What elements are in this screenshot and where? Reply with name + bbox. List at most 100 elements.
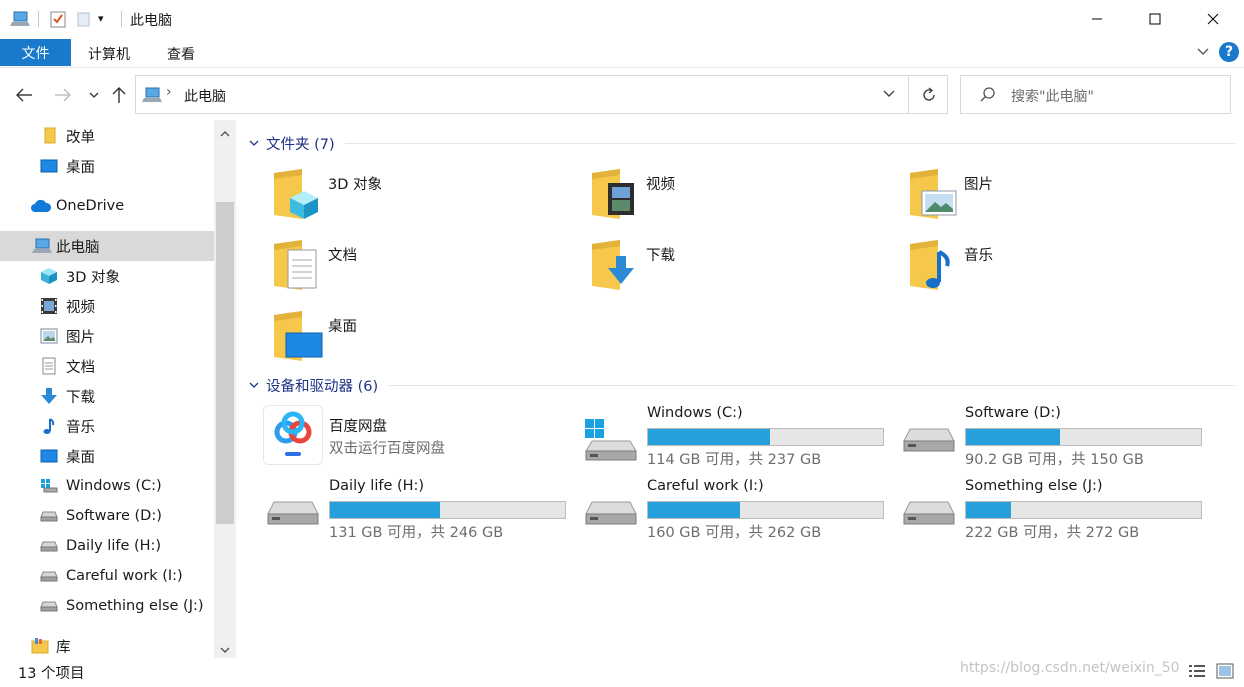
- up-button[interactable]: [108, 84, 130, 106]
- drive-name: 百度网盘: [329, 419, 387, 435]
- drive-size: 90.2 GB 可用，共 150 GB: [965, 452, 1144, 468]
- watermark: https://blog.csdn.net/weixin_50: [960, 660, 1180, 676]
- drive-usage-fill: [966, 502, 1011, 518]
- close-icon: [1207, 13, 1219, 25]
- sidebar-item-desktop[interactable]: 桌面: [0, 441, 214, 471]
- drive-name: Daily life (H:): [329, 478, 425, 494]
- folder-label: 音乐: [964, 248, 993, 264]
- maximize-button[interactable]: [1126, 0, 1184, 38]
- folder-3d-objects[interactable]: 3D 对象: [272, 167, 572, 229]
- chevron-down-icon: [89, 92, 99, 98]
- sidebar-item-downloads[interactable]: 下载: [0, 381, 214, 411]
- sidebar-item-3d-objects[interactable]: 3D 对象: [0, 261, 214, 291]
- drive-j-item[interactable]: Something else (J:) 222 GB 可用，共 272 GB: [900, 478, 1202, 542]
- folder-desktop[interactable]: 桌面: [272, 309, 572, 371]
- folder-label: 下载: [646, 248, 675, 264]
- folder-pictures[interactable]: 图片: [908, 167, 1208, 229]
- sidebar-item-drive-h[interactable]: Daily life (H:): [0, 531, 214, 561]
- drive-icon: [40, 537, 58, 555]
- scrollbar-thumb[interactable]: [216, 202, 234, 524]
- folder-label: 文档: [328, 248, 357, 264]
- picture-folder-icon: [908, 167, 960, 223]
- address-bar[interactable]: › 此电脑: [135, 75, 948, 114]
- drive-c-item[interactable]: Windows (C:) 114 GB 可用，共 237 GB: [582, 405, 884, 469]
- drive-size: 222 GB 可用，共 272 GB: [965, 525, 1140, 541]
- document-folder-icon: [272, 238, 324, 294]
- baidu-netdisk-item[interactable]: 百度网盘 双击运行百度网盘: [262, 405, 562, 469]
- drive-h-item[interactable]: Daily life (H:) 131 GB 可用，共 246 GB: [264, 478, 566, 542]
- download-arrow-icon: [40, 387, 58, 405]
- sidebar-item-desktop[interactable]: 桌面: [0, 151, 214, 181]
- tab-view[interactable]: 查看: [167, 44, 195, 64]
- sidebar-item-this-pc[interactable]: 此电脑: [0, 231, 214, 261]
- help-icon[interactable]: ?: [1219, 42, 1239, 62]
- sidebar-item-onedrive[interactable]: OneDrive: [0, 191, 214, 221]
- drive-usage-bar: [329, 501, 566, 519]
- drive-i-item[interactable]: Careful work (I:) 160 GB 可用，共 262 GB: [582, 478, 884, 542]
- forward-button[interactable]: [52, 84, 74, 106]
- sidebar-item-documents[interactable]: 文档: [0, 351, 214, 381]
- sidebar-item-drive-i[interactable]: Careful work (I:): [0, 561, 214, 591]
- scroll-up-icon[interactable]: [219, 126, 231, 142]
- sidebar-item-label: 视频: [66, 299, 95, 316]
- title-bar: ▾ 此电脑: [0, 0, 1244, 38]
- sidebar-item-pictures[interactable]: 图片: [0, 321, 214, 351]
- separator: [908, 76, 909, 113]
- refresh-icon[interactable]: [920, 86, 938, 108]
- minimize-icon: [1092, 18, 1102, 20]
- sidebar-item-label: 文档: [66, 359, 95, 376]
- drive-usage-fill: [648, 502, 740, 518]
- group-title: 文件夹 (7): [266, 136, 335, 153]
- sidebar-item-videos[interactable]: 视频: [0, 291, 214, 321]
- sidebar-item-music[interactable]: 音乐: [0, 411, 214, 441]
- recent-locations-button[interactable]: [83, 84, 105, 106]
- large-icons-view-icon[interactable]: [1216, 663, 1234, 683]
- drive-usage-fill: [330, 502, 441, 518]
- customize-toolbar-dropdown-icon[interactable]: ▾: [98, 12, 112, 26]
- new-folder-icon[interactable]: [74, 9, 94, 29]
- address-dropdown-chevron-icon[interactable]: [882, 88, 896, 104]
- library-icon: [30, 637, 50, 655]
- cube-folder-icon: [272, 167, 324, 223]
- search-input[interactable]: 搜索"此电脑": [960, 75, 1231, 114]
- cloud-icon: [30, 197, 52, 215]
- drive-name: Windows (C:): [647, 405, 743, 421]
- scroll-down-icon[interactable]: [219, 642, 231, 658]
- tab-file[interactable]: 文件: [0, 39, 71, 66]
- folder-label: 桌面: [328, 319, 357, 335]
- sidebar-item-drive-c[interactable]: Windows (C:): [0, 471, 214, 501]
- folder-videos[interactable]: 视频: [590, 167, 890, 229]
- sidebar-item-label: Daily life (H:): [66, 538, 162, 554]
- properties-checkmark-icon[interactable]: [48, 9, 68, 29]
- drive-name: Careful work (I:): [647, 478, 764, 494]
- folder-downloads[interactable]: 下载: [590, 238, 890, 300]
- drive-size: 131 GB 可用，共 246 GB: [329, 525, 504, 541]
- folders-group-header[interactable]: 文件夹 (7): [248, 133, 335, 153]
- devices-group-header[interactable]: 设备和驱动器 (6): [248, 375, 378, 395]
- drive-d-item[interactable]: Software (D:) 90.2 GB 可用，共 150 GB: [900, 405, 1202, 469]
- download-folder-icon: [590, 238, 642, 294]
- close-button[interactable]: [1184, 0, 1242, 38]
- group-divider: [388, 385, 1235, 386]
- sidebar-item-drive-j[interactable]: Something else (J:): [0, 591, 214, 621]
- breadcrumb-separator[interactable]: ›: [166, 84, 172, 100]
- search-placeholder: 搜索"此电脑": [1011, 89, 1094, 105]
- minimize-button[interactable]: [1068, 0, 1126, 38]
- expand-ribbon-chevron-icon[interactable]: [1196, 45, 1210, 63]
- folder-documents[interactable]: 文档: [272, 238, 572, 300]
- navigation-scrollbar[interactable]: [214, 120, 236, 658]
- back-button[interactable]: [13, 84, 35, 106]
- cube-icon: [40, 267, 58, 285]
- arrow-right-icon: [55, 88, 71, 102]
- film-icon: [40, 297, 58, 315]
- tab-computer[interactable]: 计算机: [88, 44, 130, 64]
- sidebar-item-gaidan[interactable]: 改单: [0, 121, 214, 151]
- sidebar-item-drive-d[interactable]: Software (D:): [0, 501, 214, 531]
- window-title: 此电脑: [130, 13, 172, 29]
- breadcrumb[interactable]: 此电脑: [184, 86, 226, 106]
- folder-label: 图片: [964, 177, 993, 193]
- sidebar-item-libraries[interactable]: 库: [0, 631, 214, 661]
- folder-music[interactable]: 音乐: [908, 238, 1208, 300]
- details-view-icon[interactable]: [1188, 663, 1206, 683]
- desktop-icon: [40, 447, 58, 465]
